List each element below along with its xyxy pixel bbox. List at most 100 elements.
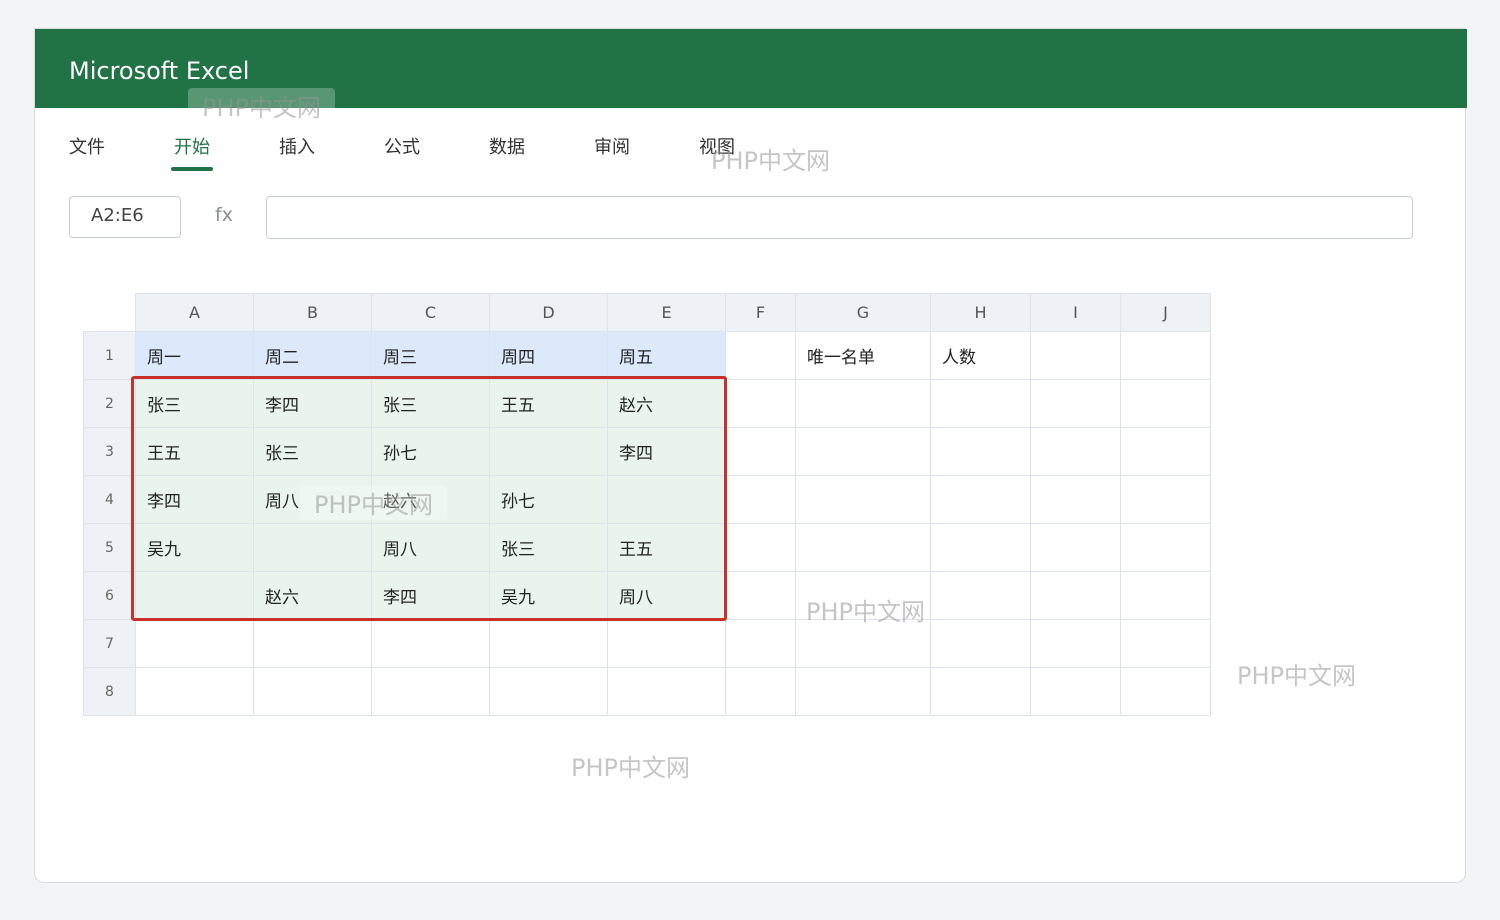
cell[interactable]: 王五 (607, 523, 726, 572)
tab-data[interactable]: 数据 (489, 133, 525, 159)
column-header[interactable]: I (1030, 293, 1121, 332)
tab-review[interactable]: 审阅 (594, 133, 630, 159)
row-header[interactable]: 4 (83, 475, 136, 524)
cell[interactable] (930, 667, 1031, 716)
cell[interactable]: 周五 (607, 331, 726, 380)
cell[interactable] (1120, 667, 1211, 716)
cell[interactable] (489, 427, 608, 476)
cell[interactable] (795, 523, 931, 572)
cell[interactable] (489, 619, 608, 668)
cell[interactable] (1120, 571, 1211, 620)
cell[interactable] (1030, 331, 1121, 380)
row-header[interactable]: 7 (83, 619, 136, 668)
cell[interactable]: 张三 (371, 379, 490, 428)
cell[interactable] (1030, 379, 1121, 428)
column-header[interactable]: B (253, 293, 372, 332)
tab-formulas[interactable]: 公式 (384, 133, 420, 159)
cell[interactable]: 唯一名单 (795, 331, 931, 380)
cell[interactable]: 李四 (135, 475, 254, 524)
cell[interactable]: 张三 (135, 379, 254, 428)
cell[interactable] (725, 427, 796, 476)
column-header[interactable]: F (725, 293, 796, 332)
cell[interactable] (930, 379, 1031, 428)
cell[interactable] (1030, 523, 1121, 572)
cell[interactable]: 人数 (930, 331, 1031, 380)
cell[interactable]: 张三 (489, 523, 608, 572)
cell[interactable] (795, 427, 931, 476)
cell[interactable] (135, 619, 254, 668)
row-header[interactable]: 5 (83, 523, 136, 572)
row-header[interactable]: 3 (83, 427, 136, 476)
cell[interactable] (795, 667, 931, 716)
cell[interactable]: 赵六 (607, 379, 726, 428)
cell[interactable]: 赵六 (253, 571, 372, 620)
cell[interactable] (371, 619, 490, 668)
cell[interactable]: 周四 (489, 331, 608, 380)
cell[interactable] (253, 619, 372, 668)
cell[interactable] (253, 667, 372, 716)
cell[interactable] (725, 571, 796, 620)
cell[interactable] (1030, 427, 1121, 476)
cell[interactable] (1030, 667, 1121, 716)
formula-input[interactable] (266, 196, 1413, 239)
cell[interactable] (489, 667, 608, 716)
cell[interactable] (1120, 427, 1211, 476)
cell[interactable] (135, 667, 254, 716)
row-header[interactable]: 1 (83, 331, 136, 380)
cell[interactable] (1030, 619, 1121, 668)
name-box[interactable]: A2:E6 (69, 196, 181, 238)
cell[interactable] (253, 523, 372, 572)
tab-insert[interactable]: 插入 (279, 133, 315, 159)
cell[interactable] (725, 667, 796, 716)
cell[interactable]: 王五 (135, 427, 254, 476)
column-header[interactable]: G (795, 293, 931, 332)
cell[interactable] (1120, 331, 1211, 380)
cell[interactable]: 周三 (371, 331, 490, 380)
cell[interactable] (725, 475, 796, 524)
column-header[interactable]: J (1120, 293, 1211, 332)
cell[interactable] (930, 475, 1031, 524)
cell[interactable] (930, 523, 1031, 572)
cell[interactable]: 李四 (607, 427, 726, 476)
cell[interactable] (930, 427, 1031, 476)
cell[interactable]: 周八 (371, 523, 490, 572)
cell[interactable] (725, 379, 796, 428)
cell[interactable] (725, 523, 796, 572)
cell[interactable]: 周一 (135, 331, 254, 380)
cell[interactable] (1030, 475, 1121, 524)
cell[interactable]: 周二 (253, 331, 372, 380)
cell[interactable]: 张三 (253, 427, 372, 476)
cell[interactable] (607, 667, 726, 716)
cell[interactable] (930, 571, 1031, 620)
cell[interactable] (607, 475, 726, 524)
cell[interactable] (1120, 523, 1211, 572)
cell[interactable]: 王五 (489, 379, 608, 428)
cell[interactable] (725, 331, 796, 380)
cell[interactable]: 周八 (607, 571, 726, 620)
cell[interactable] (930, 619, 1031, 668)
cell[interactable] (1030, 571, 1121, 620)
tab-home[interactable]: 开始 (174, 133, 210, 159)
column-header[interactable]: A (135, 293, 254, 332)
column-header[interactable]: C (371, 293, 490, 332)
row-header[interactable]: 6 (83, 571, 136, 620)
cell[interactable]: 孙七 (489, 475, 608, 524)
cell[interactable] (725, 619, 796, 668)
tab-file[interactable]: 文件 (69, 133, 105, 159)
corner-cell[interactable] (83, 293, 136, 332)
row-header[interactable]: 8 (83, 667, 136, 716)
column-header[interactable]: H (930, 293, 1031, 332)
cell[interactable] (795, 379, 931, 428)
column-header[interactable]: D (489, 293, 608, 332)
cell[interactable] (1120, 379, 1211, 428)
cell[interactable]: 吴九 (135, 523, 254, 572)
cell[interactable]: 吴九 (489, 571, 608, 620)
cell[interactable]: 孙七 (371, 427, 490, 476)
column-header[interactable]: E (607, 293, 726, 332)
cell[interactable] (1120, 475, 1211, 524)
cell[interactable] (1120, 619, 1211, 668)
row-header[interactable]: 2 (83, 379, 136, 428)
cell[interactable] (371, 667, 490, 716)
cell[interactable] (135, 571, 254, 620)
cell[interactable] (795, 475, 931, 524)
